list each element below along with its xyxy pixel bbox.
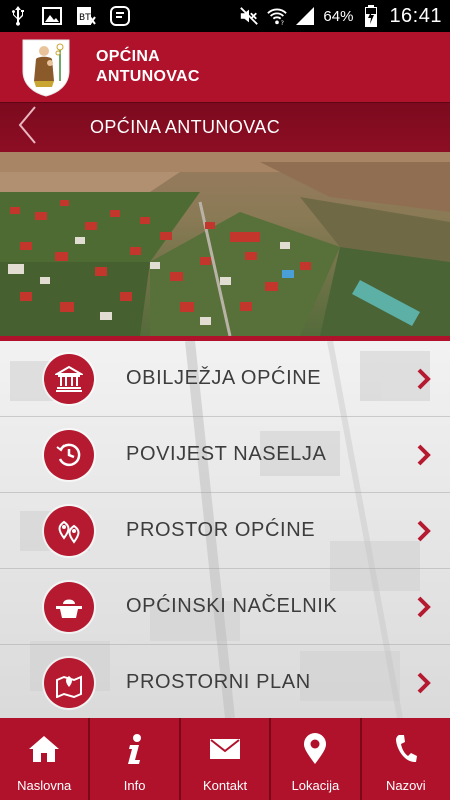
wifi-icon: ? [267, 6, 288, 26]
chevron-right-icon [416, 671, 432, 695]
battery-percent: 64% [323, 7, 354, 25]
status-bar: BT ? 64% 16:41 [0, 0, 450, 32]
nav-label: Info [123, 778, 146, 793]
podium-icon [44, 581, 94, 632]
nav-info[interactable]: Info [90, 718, 181, 800]
svg-text:?: ? [281, 20, 284, 26]
nav-kontakt[interactable]: Kontakt [181, 718, 272, 800]
map-pins-icon [44, 505, 94, 556]
nav-nazovi[interactable]: Nazovi [362, 718, 450, 800]
page-title: OPĆINA ANTUNOVAC [90, 117, 281, 137]
menu-item-label: POVIJEST NASELJA [126, 443, 327, 465]
nav-naslovna[interactable]: Naslovna [0, 718, 91, 800]
chat-icon [110, 6, 130, 26]
app-title-line2: ANTUNOVAC [96, 68, 200, 85]
bottom-navigation: Naslovna Info Kontakt Lokacija Nazovi [0, 718, 450, 800]
map-location-icon [44, 657, 94, 708]
battery-icon [361, 5, 381, 27]
app-title: OPĆINA ANTUNOVAC [96, 47, 200, 87]
chevron-right-icon [416, 595, 432, 619]
menu-item-prostor[interactable]: PROSTOR OPĆINE [0, 493, 450, 569]
nav-lokacija[interactable]: Lokacija [271, 718, 362, 800]
sub-header: OPĆINA ANTUNOVAC [0, 102, 450, 152]
clock: 16:41 [389, 4, 442, 27]
phone-icon [389, 732, 423, 766]
svg-text:BT: BT [79, 13, 91, 23]
chevron-right-icon [416, 519, 432, 543]
app-title-line1: OPĆINA [96, 48, 161, 65]
chevron-right-icon [416, 443, 432, 467]
nav-label: Naslovna [17, 778, 72, 793]
menu-item-label: PROSTOR OPĆINE [126, 519, 316, 541]
back-button[interactable] [0, 103, 54, 153]
image-icon [42, 6, 62, 26]
menu-item-prostorni-plan[interactable]: PROSTORNI PLAN [0, 645, 450, 718]
menu-item-label: PROSTORNI PLAN [126, 671, 311, 693]
info-icon [118, 732, 152, 766]
building-columns-icon [44, 353, 94, 404]
history-clock-icon [44, 429, 94, 480]
menu-list: OBILJEŽJA OPĆINE POVIJEST NASELJA PROSTO… [0, 341, 450, 718]
municipality-crest-icon [20, 37, 72, 97]
chevron-right-icon [416, 367, 432, 391]
location-pin-icon [298, 732, 332, 766]
menu-item-obiljezja[interactable]: OBILJEŽJA OPĆINE [0, 341, 450, 417]
home-icon [27, 732, 61, 766]
menu-item-label: OPĆINSKI NAČELNIK [126, 595, 338, 617]
envelope-icon [208, 732, 242, 766]
signal-icon [295, 6, 315, 26]
mute-icon [239, 6, 259, 26]
menu-item-nacelnik[interactable]: OPĆINSKI NAČELNIK [0, 569, 450, 645]
nav-label: Nazovi [385, 778, 426, 793]
nfc-icon: BT [76, 6, 96, 26]
menu-item-povijest[interactable]: POVIJEST NASELJA [0, 417, 450, 493]
nav-label: Kontakt [202, 778, 248, 793]
nav-label: Lokacija [291, 778, 340, 793]
chevron-left-icon [17, 105, 37, 150]
aerial-village-photo [0, 152, 450, 336]
app-header: OPĆINA ANTUNOVAC [0, 32, 450, 102]
usb-icon [8, 6, 28, 26]
menu-item-label: OBILJEŽJA OPĆINE [126, 367, 322, 389]
